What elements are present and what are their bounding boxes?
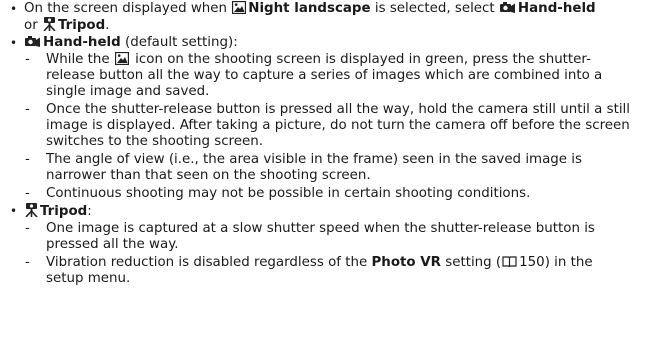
hand-held-item-3-line-2: narrower than that seen on the shooting … <box>46 168 371 183</box>
hand-held-icon <box>25 35 41 53</box>
dash: - <box>25 221 30 236</box>
hand-held-item-3-line-1: The angle of view (i.e., the area visibl… <box>46 152 582 167</box>
dash: - <box>25 186 30 201</box>
dash: - <box>25 255 30 270</box>
tripod-item-2-line-1: Vibration reduction is disabled regardle… <box>46 255 593 273</box>
tripod-item-2-line-2: setup menu. <box>46 271 131 286</box>
tripod-heading: Tripod: <box>24 203 92 222</box>
hand-held-heading: Hand-held (default setting): <box>24 35 238 53</box>
manual-page: • On the screen displayed when Night lan… <box>0 0 671 351</box>
dash: - <box>25 52 30 67</box>
bullet: • <box>10 2 18 16</box>
hand-held-icon <box>499 1 516 19</box>
book-reference-icon <box>502 256 517 273</box>
hand-held-item-4-line-1: Continuous shooting may not be possible … <box>46 186 531 201</box>
night-landscape-icon <box>114 51 130 70</box>
dash: - <box>25 102 30 117</box>
tripod-icon <box>25 203 38 222</box>
hand-held-item-1-line-1: While the icon on the shooting screen is… <box>46 51 591 70</box>
hand-held-item-2-line-1: Once the shutter-release button is press… <box>46 102 630 117</box>
bullet: • <box>10 36 18 50</box>
hand-held-item-2-line-3: switches to the shooting screen. <box>46 134 263 149</box>
hand-held-item-1-line-3: single image and saved. <box>46 84 210 99</box>
intro-line-1: On the screen displayed when Night lands… <box>24 0 596 19</box>
tripod-item-1-line-1: One image is captured at a slow shutter … <box>46 221 595 236</box>
bullet: • <box>10 204 18 218</box>
night-landscape-icon <box>232 0 247 19</box>
hand-held-item-1-line-2: release button all the way to capture a … <box>46 68 603 83</box>
tripod-item-1-line-2: pressed all the way. <box>46 237 179 252</box>
tripod-icon <box>43 17 56 36</box>
dash: - <box>25 152 30 167</box>
intro-line-2: or Tripod. <box>24 17 109 36</box>
hand-held-item-2-line-2: image is displayed. After taking a pictu… <box>46 118 630 133</box>
